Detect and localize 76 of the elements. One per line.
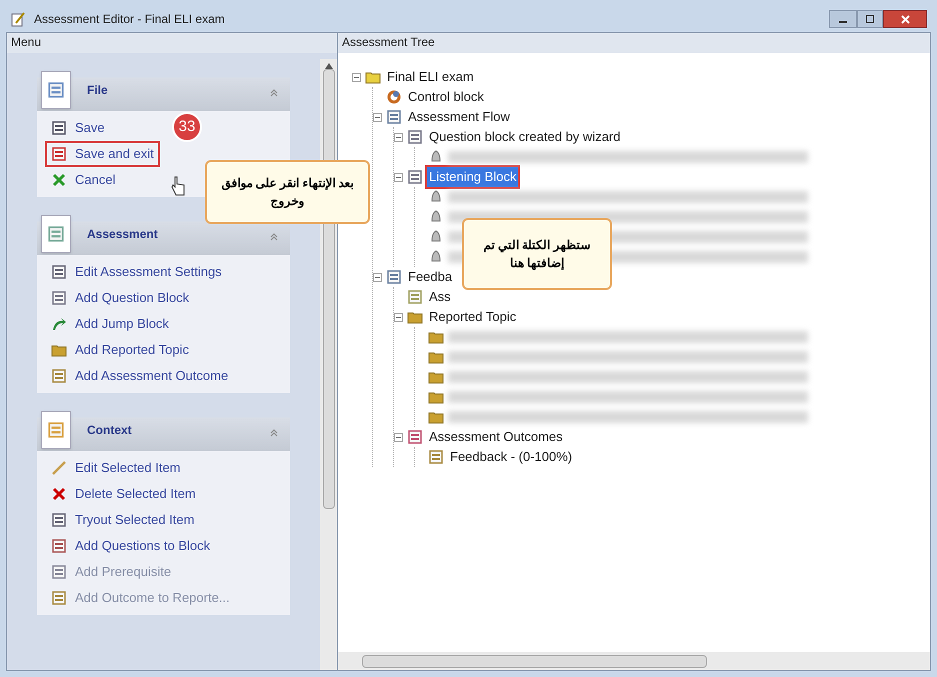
x-mark-icon — [51, 486, 67, 502]
menu-item[interactable]: Add Question Block — [45, 285, 196, 311]
pencil-icon — [51, 460, 67, 476]
tree-item[interactable]: Reported Topic — [427, 307, 518, 327]
document-icon — [47, 421, 65, 439]
document-icon — [386, 109, 402, 125]
document-icon — [407, 429, 423, 445]
minus-box-icon[interactable] — [394, 172, 403, 182]
pane-header: Menu — [7, 33, 337, 53]
x-mark-icon — [51, 172, 67, 188]
editor-icon — [10, 11, 26, 27]
tree-item[interactable]: Listening Block — [427, 167, 518, 187]
arrow-icon — [51, 316, 67, 332]
document-icon — [407, 129, 423, 145]
tree-item[interactable]: Feedba — [406, 267, 454, 287]
document-icon — [51, 146, 67, 162]
collapse-chevron-icon[interactable] — [270, 429, 278, 437]
group-header[interactable]: File — [37, 69, 290, 111]
tree-item[interactable]: Ass — [427, 287, 453, 307]
tree-item[interactable]: Assessment Outcomes — [427, 427, 565, 447]
group-header[interactable]: Context — [37, 409, 290, 451]
scroll-up-arrow-icon[interactable] — [324, 63, 332, 69]
menu-item[interactable]: Add Reported Topic — [45, 337, 195, 363]
menu-item[interactable]: Add Jump Block — [45, 311, 175, 337]
minus-box-icon[interactable] — [394, 432, 403, 442]
menu-item[interactable]: Edit Assessment Settings — [45, 259, 228, 285]
group-title: Assessment — [87, 226, 158, 243]
document-icon — [51, 120, 67, 136]
close-button[interactable] — [883, 10, 927, 28]
menu-item[interactable]: Save and exit — [45, 141, 160, 167]
menu-item[interactable]: Cancel — [45, 167, 122, 193]
document-icon — [407, 289, 423, 305]
collapse-chevron-icon[interactable] — [270, 233, 278, 241]
group-title: Context — [87, 422, 132, 439]
group-title: File — [87, 82, 108, 99]
document-icon — [47, 225, 65, 243]
close-icon — [900, 14, 910, 24]
document-icon — [51, 538, 67, 554]
horizontal-scrollbar[interactable] — [338, 652, 930, 670]
menu-item[interactable]: Tryout Selected Item — [45, 507, 200, 533]
tree-item[interactable]: Assessment Flow — [406, 107, 512, 127]
minus-box-icon[interactable] — [373, 272, 382, 282]
document-icon — [47, 81, 65, 99]
pane-header: Assessment Tree — [338, 33, 930, 53]
document-icon — [51, 512, 67, 528]
menu-item[interactable]: Edit Selected Item — [45, 455, 186, 481]
maximize-button[interactable] — [857, 10, 883, 28]
menu-item[interactable]: Save — [45, 115, 111, 141]
tree-item[interactable]: Control block — [406, 87, 486, 107]
document-icon — [386, 269, 402, 285]
hand-cursor-icon — [170, 176, 186, 196]
document-icon — [428, 449, 444, 465]
document-icon — [407, 169, 423, 185]
group-header[interactable]: Assessment — [37, 213, 290, 255]
minus-box-icon[interactable] — [394, 132, 403, 142]
document-icon — [51, 564, 67, 580]
menu-item[interactable]: Add Questions to Block — [45, 533, 216, 559]
gear-icon — [386, 89, 402, 105]
document-icon — [51, 590, 67, 606]
callout-tooltip: ستظهر الكتلة التي تم إضافتها هنا — [462, 218, 612, 290]
collapse-chevron-icon[interactable] — [270, 89, 278, 97]
minus-box-icon[interactable] — [352, 72, 361, 82]
document-icon — [51, 368, 67, 384]
tree-item[interactable]: Feedback - (0-100%) — [448, 447, 574, 467]
window-title: Assessment Editor - Final ELI exam — [34, 11, 225, 28]
document-icon — [51, 264, 67, 280]
tree-item[interactable]: Final ELI exam — [385, 67, 476, 87]
maximize-icon — [866, 15, 874, 23]
menu-item[interactable]: Add Assessment Outcome — [45, 363, 234, 389]
document-icon — [51, 290, 67, 306]
minus-box-icon[interactable] — [373, 112, 382, 122]
menu-item[interactable]: Delete Selected Item — [45, 481, 202, 507]
minimize-button[interactable] — [829, 10, 857, 28]
tree-item[interactable]: Question block created by wizard — [427, 127, 622, 147]
minus-box-icon[interactable] — [394, 312, 403, 322]
callout-tooltip: بعد الإنتهاء انقر على موافق وخروج — [205, 160, 370, 224]
